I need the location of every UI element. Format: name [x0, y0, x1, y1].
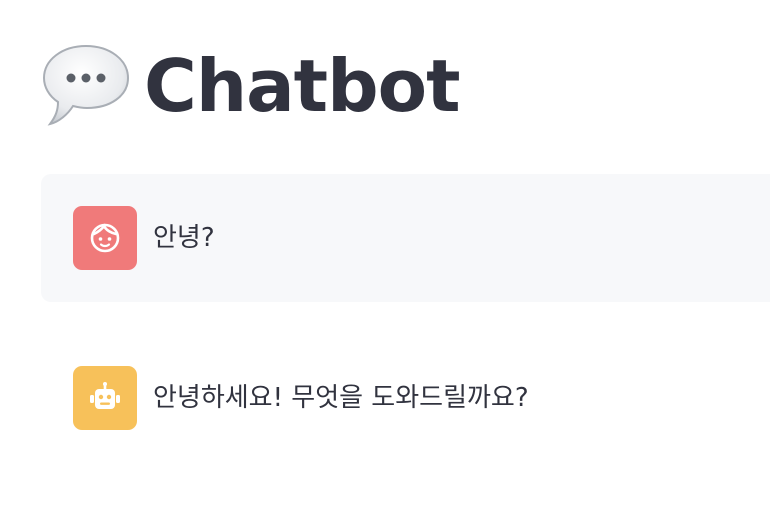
- message-text: 안녕하세요! 무엇을 도와드릴까요?: [153, 383, 529, 413]
- robot-icon: [90, 382, 120, 409]
- speech-balloon-icon: [42, 44, 130, 126]
- chat-app: Chatbot 안녕? 안녕하세요! 무엇을 도와드릴까요?: [0, 0, 770, 520]
- page-title: Chatbot: [144, 44, 461, 128]
- chat-message-assistant: 안녕하세요! 무엇을 도와드릴까요?: [41, 334, 770, 462]
- message-text: 안녕?: [153, 223, 215, 253]
- user-face-icon: [90, 223, 120, 253]
- chat-message-user: 안녕?: [41, 174, 770, 302]
- user-avatar: [73, 206, 137, 270]
- assistant-avatar: [73, 366, 137, 430]
- page-header: Chatbot: [40, 40, 461, 132]
